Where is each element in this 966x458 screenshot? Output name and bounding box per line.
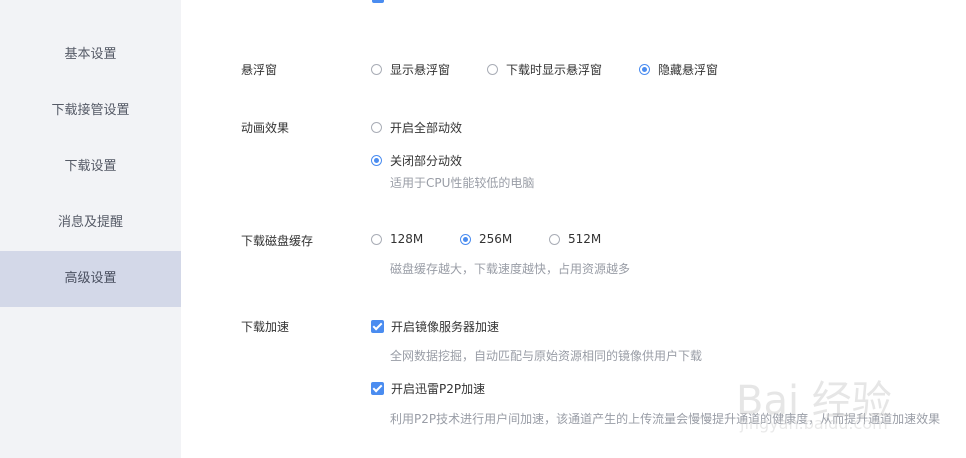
radio-show-float-while-downloading[interactable]: 下载时显示悬浮窗 <box>487 61 602 78</box>
checkbox-label: 开启镜像服务器加速 <box>391 320 500 334</box>
sidebar-item-download-takeover[interactable]: 下载接管设置 <box>0 83 181 139</box>
radio-icon <box>487 64 498 75</box>
checkbox-p2p-acceleration[interactable]: 开启迅雷P2P加速 <box>371 380 485 397</box>
checkbox-checked-icon <box>371 320 384 333</box>
radio-label: 开启全部动效 <box>390 121 463 135</box>
settings-panel: 悬浮窗 显示悬浮窗 下载时显示悬浮窗 隐藏悬浮窗 动画效果 开启全部动效 关闭部… <box>181 0 966 458</box>
float-window-label: 悬浮窗 <box>241 63 278 77</box>
sidebar: 基本设置 下载接管设置 下载设置 消息及提醒 高级设置 <box>0 0 181 458</box>
radio-enable-all-animations[interactable]: 开启全部动效 <box>371 119 462 136</box>
radio-icon <box>371 233 382 245</box>
mirror-acceleration-hint: 全网数据挖掘，自动匹配与原始资源相同的镜像供用户下载 <box>390 349 703 363</box>
p2p-acceleration-hint: 利用P2P技术进行用户间加速，该通道产生的上传流量会慢慢提升通道的健康度，从而提… <box>390 412 941 426</box>
checkbox-partial-top[interactable] <box>372 0 384 3</box>
checkbox-label: 开启迅雷P2P加速 <box>391 382 486 396</box>
sidebar-item-download-settings[interactable]: 下载设置 <box>0 139 181 195</box>
radio-cache-512m[interactable]: 512M <box>549 232 601 246</box>
acceleration-label: 下载加速 <box>241 320 290 334</box>
radio-label: 512M <box>568 232 602 246</box>
radio-show-float-window[interactable]: 显示悬浮窗 <box>371 61 450 78</box>
radio-selected-icon <box>460 233 471 245</box>
sidebar-item-notifications[interactable]: 消息及提醒 <box>0 195 181 251</box>
checkbox-checked-icon <box>371 382 384 395</box>
radio-icon <box>371 64 382 75</box>
radio-cache-256m[interactable]: 256M <box>460 232 512 246</box>
radio-disable-some-animations[interactable]: 关闭部分动效 <box>371 152 462 169</box>
radio-label: 下载时显示悬浮窗 <box>506 63 603 77</box>
radio-icon <box>549 233 560 245</box>
animation-hint: 适用于CPU性能较低的电脑 <box>390 176 535 190</box>
disk-cache-label: 下载磁盘缓存 <box>241 234 314 248</box>
radio-label: 关闭部分动效 <box>390 154 463 168</box>
radio-cache-128m[interactable]: 128M <box>371 232 423 246</box>
radio-label: 隐藏悬浮窗 <box>658 63 719 77</box>
radio-icon <box>371 122 382 133</box>
radio-selected-icon <box>639 64 650 75</box>
disk-cache-hint: 磁盘缓存越大，下载速度越快，占用资源越多 <box>390 262 631 276</box>
sidebar-item-basic-settings[interactable]: 基本设置 <box>0 27 181 83</box>
sidebar-item-advanced-settings[interactable]: 高级设置 <box>0 251 181 307</box>
radio-label: 128M <box>390 232 424 246</box>
radio-label: 显示悬浮窗 <box>390 63 451 77</box>
animation-label: 动画效果 <box>241 121 290 135</box>
radio-hide-float-window[interactable]: 隐藏悬浮窗 <box>639 61 718 78</box>
checkbox-mirror-acceleration[interactable]: 开启镜像服务器加速 <box>371 318 499 335</box>
radio-label: 256M <box>479 232 513 246</box>
radio-selected-icon <box>371 155 382 166</box>
